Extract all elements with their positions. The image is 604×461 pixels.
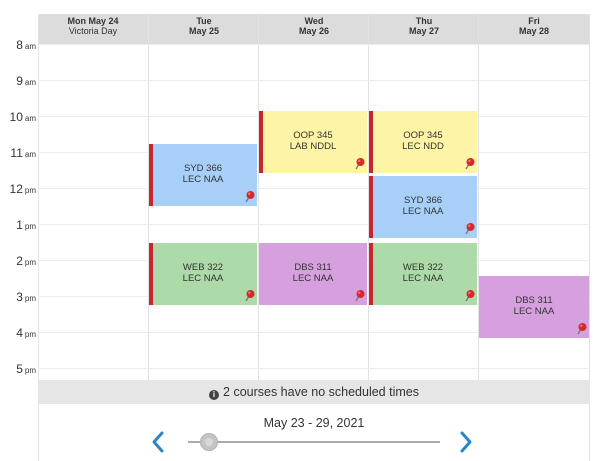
- pushpin-icon[interactable]: [353, 157, 365, 171]
- pushpin-icon[interactable]: [243, 190, 255, 204]
- course-block-dbs311-wed[interactable]: DBS 311 LEC NAA: [259, 243, 367, 305]
- time-label-5pm: 5 pm: [16, 362, 36, 376]
- day-header-sublabel: Victoria Day: [68, 26, 118, 36]
- pushpin-icon[interactable]: [353, 289, 365, 303]
- day-header-mon: Mon May 24 Victoria Day: [38, 16, 148, 36]
- course-block-oop345-thu[interactable]: OOP 345 LEC NDD: [369, 111, 477, 173]
- grid-hour-line: [38, 224, 590, 225]
- time-label-9am: 9 am: [16, 74, 36, 88]
- grid-column-divider: [478, 14, 479, 404]
- time-label-1pm: 1 pm: [16, 218, 36, 232]
- course-block-web322-tue[interactable]: WEB 322 LEC NAA: [149, 243, 257, 305]
- day-header-label: Wed: [304, 16, 324, 26]
- info-circle-icon: i: [209, 390, 220, 400]
- grid-hour-line: [38, 368, 590, 369]
- day-header-fri: Fri May 28: [479, 16, 589, 36]
- day-header-label: Tue: [196, 16, 212, 26]
- pushpin-icon[interactable]: [575, 322, 587, 336]
- course-text: DBS 311 LEC NAA: [292, 261, 334, 284]
- time-label-4pm: 4 pm: [16, 326, 36, 340]
- course-text: SYD 366 LEC NAA: [182, 162, 224, 185]
- grid-column-divider: [589, 14, 590, 404]
- pushpin-icon[interactable]: [463, 222, 475, 236]
- grid-column-divider: [38, 14, 39, 404]
- day-header-label: Fri: [528, 16, 540, 26]
- day-header-sublabel: May 28: [518, 26, 550, 36]
- grid-hour-line: [38, 188, 590, 189]
- chevron-right-icon[interactable]: [458, 430, 474, 454]
- day-header-sublabel: May 26: [298, 26, 330, 36]
- grid-column-divider: [258, 14, 259, 404]
- course-text: SYD 366 LEC NAA: [402, 194, 444, 217]
- grid-hour-line: [38, 44, 590, 45]
- course-text: OOP 345 LEC NDD: [402, 129, 444, 152]
- time-label-3pm: 3 pm: [16, 290, 36, 304]
- day-header-sublabel: May 27: [408, 26, 440, 36]
- week-slider-track[interactable]: [188, 441, 440, 443]
- day-header-label: Mon May 24: [67, 16, 119, 26]
- course-text: WEB 322 LEC NAA: [402, 261, 444, 284]
- course-text: WEB 322 LEC NAA: [182, 261, 224, 284]
- course-block-syd366-thu[interactable]: SYD 366 LEC NAA: [369, 176, 477, 238]
- day-header-label: Thu: [415, 16, 433, 26]
- date-range-label: May 23 - 29, 2021: [263, 416, 365, 430]
- chevron-left-icon[interactable]: [150, 430, 166, 454]
- course-block-web322-thu[interactable]: WEB 322 LEC NAA: [369, 243, 477, 305]
- unscheduled-courses-banner[interactable]: i2 courses have no scheduled times: [38, 380, 590, 404]
- course-block-syd366-tue[interactable]: SYD 366 LEC NAA: [149, 144, 257, 206]
- course-text: OOP 345 LAB NDDL: [289, 129, 337, 152]
- unscheduled-courses-text: 2 courses have no scheduled times: [223, 385, 419, 399]
- time-label-2pm: 2 pm: [16, 254, 36, 268]
- time-label-10am: 10 am: [9, 110, 36, 124]
- time-label-8am: 8 am: [16, 38, 36, 52]
- grid-hour-line: [38, 80, 590, 81]
- course-block-dbs311-fri[interactable]: DBS 311 LEC NAA: [479, 276, 589, 338]
- course-block-oop345-wed[interactable]: OOP 345 LAB NDDL: [259, 111, 367, 173]
- pushpin-icon[interactable]: [243, 289, 255, 303]
- weekly-calendar: Mon May 24 Victoria Day Tue May 25 Wed M…: [0, 0, 604, 461]
- course-text: DBS 311 LEC NAA: [513, 294, 555, 317]
- pushpin-icon[interactable]: [463, 289, 475, 303]
- grid-column-divider: [148, 14, 149, 404]
- week-slider-handle[interactable]: [200, 433, 218, 451]
- pushpin-icon[interactable]: [463, 157, 475, 171]
- week-navigator: May 23 - 29, 2021: [38, 404, 590, 461]
- day-header-thu: Thu May 27: [369, 16, 479, 36]
- day-header-tue: Tue May 25: [149, 16, 259, 36]
- time-label-11am: 11 am: [10, 146, 36, 160]
- day-header-sublabel: May 25: [188, 26, 220, 36]
- time-label-12pm: 12 pm: [9, 182, 36, 196]
- day-header-wed: Wed May 26: [259, 16, 369, 36]
